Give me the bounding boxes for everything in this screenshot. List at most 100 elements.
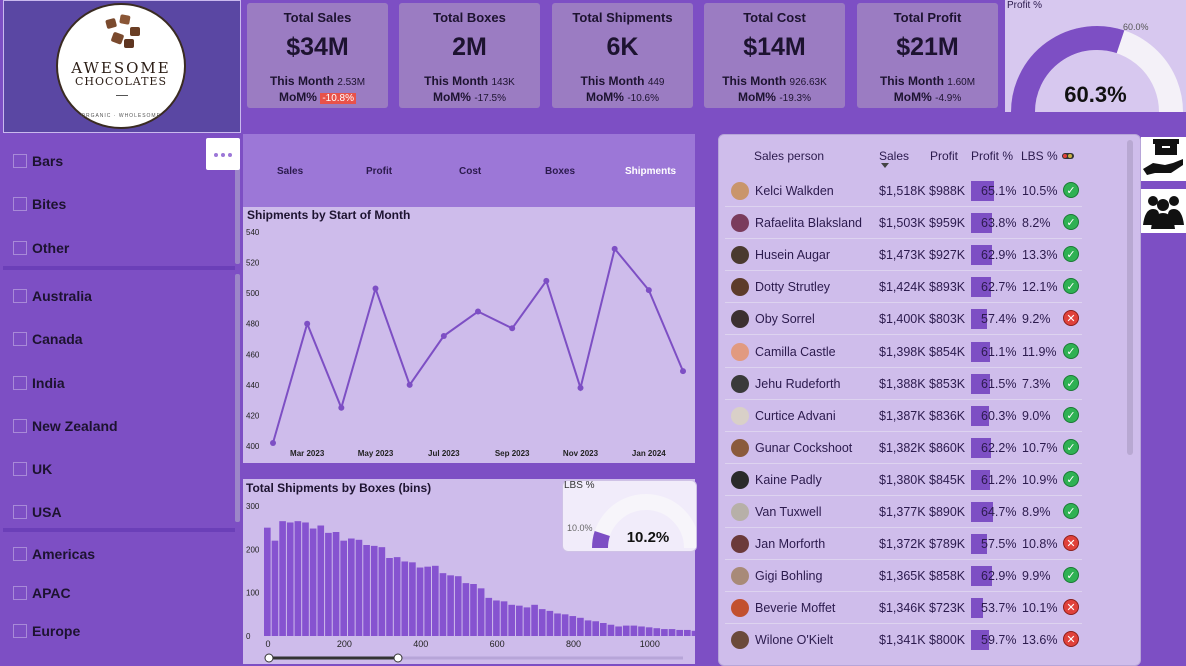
- table-row[interactable]: Van Tuxwell $1,377K $890K 64.7% 8.9% ✓: [725, 496, 1082, 528]
- table-row[interactable]: Kelci Walkden $1,518K $988K 65.1% 10.5% ✓: [725, 175, 1082, 207]
- filter-item-usa[interactable]: USA: [13, 502, 62, 522]
- checkbox[interactable]: [13, 241, 27, 255]
- checkbox[interactable]: [13, 154, 27, 168]
- x-tick-label: 1000: [640, 639, 660, 649]
- kpi-month: This Month 143K: [399, 74, 540, 88]
- tab-boxes[interactable]: Boxes: [545, 166, 575, 177]
- x-tick-label: 800: [566, 639, 581, 649]
- tab-shipments[interactable]: Shipments: [625, 166, 676, 177]
- filter-item-europe[interactable]: Europe: [13, 621, 80, 641]
- checkbox[interactable]: [13, 332, 27, 346]
- range-slider-handle-start[interactable]: [264, 653, 274, 663]
- filter-item-americas[interactable]: Americas: [13, 544, 95, 564]
- profit-pct-value: 60.3%: [981, 408, 1017, 423]
- filter-item-australia[interactable]: Australia: [13, 286, 92, 306]
- x-tick-label: Nov 2023: [563, 449, 599, 458]
- histogram-bar: [531, 604, 538, 636]
- checkbox[interactable]: [13, 289, 27, 303]
- cross-icon: ✕: [1063, 631, 1079, 648]
- profit-value: $853K: [929, 376, 966, 391]
- kpi-card-total-cost[interactable]: Total Cost $14M This Month 926.63K MoM% …: [704, 3, 845, 108]
- filter-item-bites[interactable]: Bites: [13, 194, 66, 214]
- table-row[interactable]: Husein Augar $1,473K $927K 62.9% 13.3% ✓: [725, 239, 1082, 272]
- table-row[interactable]: Gigi Bohling $1,365K $858K 62.9% 9.9% ✓: [725, 560, 1082, 593]
- kpi-mom-value: -4.9%: [935, 93, 962, 104]
- col-header-profit[interactable]: Profit: [930, 149, 958, 163]
- kpi-card-total-sales[interactable]: Total Sales $34M This Month 2.53M MoM% -…: [247, 3, 388, 108]
- col-header-salesperson[interactable]: Sales person: [754, 149, 824, 163]
- checkbox[interactable]: [13, 505, 27, 519]
- salesperson-name: Oby Sorrel: [755, 312, 815, 327]
- filter-item-canada[interactable]: Canada: [13, 329, 83, 349]
- range-slider-handle-end[interactable]: [393, 653, 403, 663]
- table-row[interactable]: Gunar Cockshoot $1,382K $860K 62.2% 10.7% ✓: [725, 432, 1082, 464]
- tab-sales[interactable]: Sales: [277, 166, 303, 177]
- countries-scrollbar[interactable]: [235, 274, 240, 522]
- table-row[interactable]: Dotty Strutley $1,424K $893K 62.7% 12.1% ✓: [725, 271, 1082, 304]
- filter-item-new-zealand[interactable]: New Zealand: [13, 416, 118, 436]
- filter-item-other[interactable]: Other: [13, 238, 69, 258]
- y-tick-label: 0: [246, 632, 251, 641]
- kpi-card-total-boxes[interactable]: Total Boxes 2M This Month 143K MoM% -17.…: [399, 3, 540, 108]
- data-point: [509, 325, 516, 332]
- people-button[interactable]: [1141, 189, 1186, 233]
- products-scrollbar[interactable]: [235, 168, 240, 264]
- y-tick-label: 460: [246, 350, 260, 359]
- profit-gauge[interactable]: Profit % 60.0% 60.3%: [1005, 0, 1186, 112]
- table-row[interactable]: Wilone O'Kielt $1,341K $800K 59.7% 13.6% ✕: [725, 624, 1082, 656]
- table-row[interactable]: Rafaelita Blaksland $1,503K $959K 63.8% 8.2%…: [725, 207, 1082, 240]
- metric-tabs: Sales Profit Cost Boxes Shipments: [243, 134, 695, 207]
- lbs-gauge-card[interactable]: LBS % 10.0% 10.2%: [562, 480, 697, 552]
- histogram-bar: [684, 629, 691, 636]
- filter-item-india[interactable]: India: [13, 373, 65, 393]
- avatar: [731, 535, 749, 554]
- profit-pct-value: 64.7%: [981, 505, 1017, 519]
- product-box-hand-icon: [1143, 139, 1183, 175]
- sales-value: $1,346K: [879, 601, 926, 616]
- tab-profit[interactable]: Profit: [366, 166, 392, 177]
- filter-item-bars[interactable]: Bars: [13, 151, 63, 171]
- avatar: [731, 406, 749, 425]
- checkbox[interactable]: [13, 586, 27, 600]
- checkbox[interactable]: [13, 197, 27, 211]
- filter-item-apac[interactable]: APAC: [13, 583, 71, 603]
- checkbox[interactable]: [13, 547, 27, 561]
- kpi-title: Total Sales: [283, 10, 352, 25]
- histogram-bar: [439, 573, 447, 636]
- table-row[interactable]: Oby Sorrel $1,400K $803K 57.4% 9.2% ✕: [725, 303, 1082, 336]
- product-button[interactable]: [1141, 137, 1186, 181]
- table-row[interactable]: Curtice Advani $1,387K $836K 60.3% 9.0% ✓: [725, 400, 1082, 432]
- col-header-profit-pct[interactable]: Profit %: [971, 149, 1013, 163]
- filter-label: Bars: [32, 153, 64, 169]
- checkbox[interactable]: [13, 624, 27, 638]
- people-group-icon: [1143, 196, 1184, 229]
- filter-item-uk[interactable]: UK: [13, 459, 52, 479]
- checkbox[interactable]: [13, 376, 27, 390]
- histogram-bar: [600, 623, 607, 636]
- checkbox[interactable]: [13, 462, 27, 476]
- histogram-bar: [309, 528, 317, 636]
- kpi-card-total-shipments[interactable]: Total Shipments 6K This Month 449 MoM% -…: [552, 3, 693, 108]
- lbs-pct-value: 10.1%: [1022, 601, 1058, 616]
- profit-pct-value: 61.2%: [981, 472, 1017, 487]
- avatar: [731, 470, 749, 489]
- col-header-sales[interactable]: Sales: [879, 149, 909, 163]
- check-icon: ✓: [1063, 406, 1079, 423]
- col-header-lbs-pct[interactable]: LBS %: [1021, 149, 1058, 163]
- shipments-line-chart[interactable]: 400 420 440 460 480 500 520 540 Mar 2023 May 2023…: [243, 207, 695, 463]
- kpi-month-value: 143K: [491, 77, 515, 88]
- data-point: [611, 245, 618, 252]
- kpi-title: Total Shipments: [572, 10, 673, 25]
- table-row[interactable]: Jan Morforth $1,372K $789K 57.5% 10.8% ✕: [725, 528, 1082, 561]
- table-scrollbar[interactable]: [1127, 140, 1133, 455]
- checkbox[interactable]: [13, 419, 27, 433]
- histogram-bar: [538, 609, 546, 636]
- check-icon: ✓: [1063, 342, 1079, 359]
- table-row[interactable]: Kaine Padly $1,380K $845K 61.2% 10.9% ✓: [725, 464, 1082, 496]
- kpi-card-total-profit[interactable]: Total Profit $21M This Month 1.60M MoM% …: [857, 3, 998, 108]
- more-options-button[interactable]: [206, 138, 240, 170]
- table-row[interactable]: Beverie Moffet $1,346K $723K 53.7% 10.1% ✕: [725, 592, 1082, 625]
- table-row[interactable]: Camilla Castle $1,398K $854K 61.1% 11.9% ✓: [725, 336, 1082, 368]
- table-row[interactable]: Jehu Rudeforth $1,388K $853K 61.5% 7.3% ✓: [725, 368, 1082, 400]
- tab-cost[interactable]: Cost: [459, 166, 481, 177]
